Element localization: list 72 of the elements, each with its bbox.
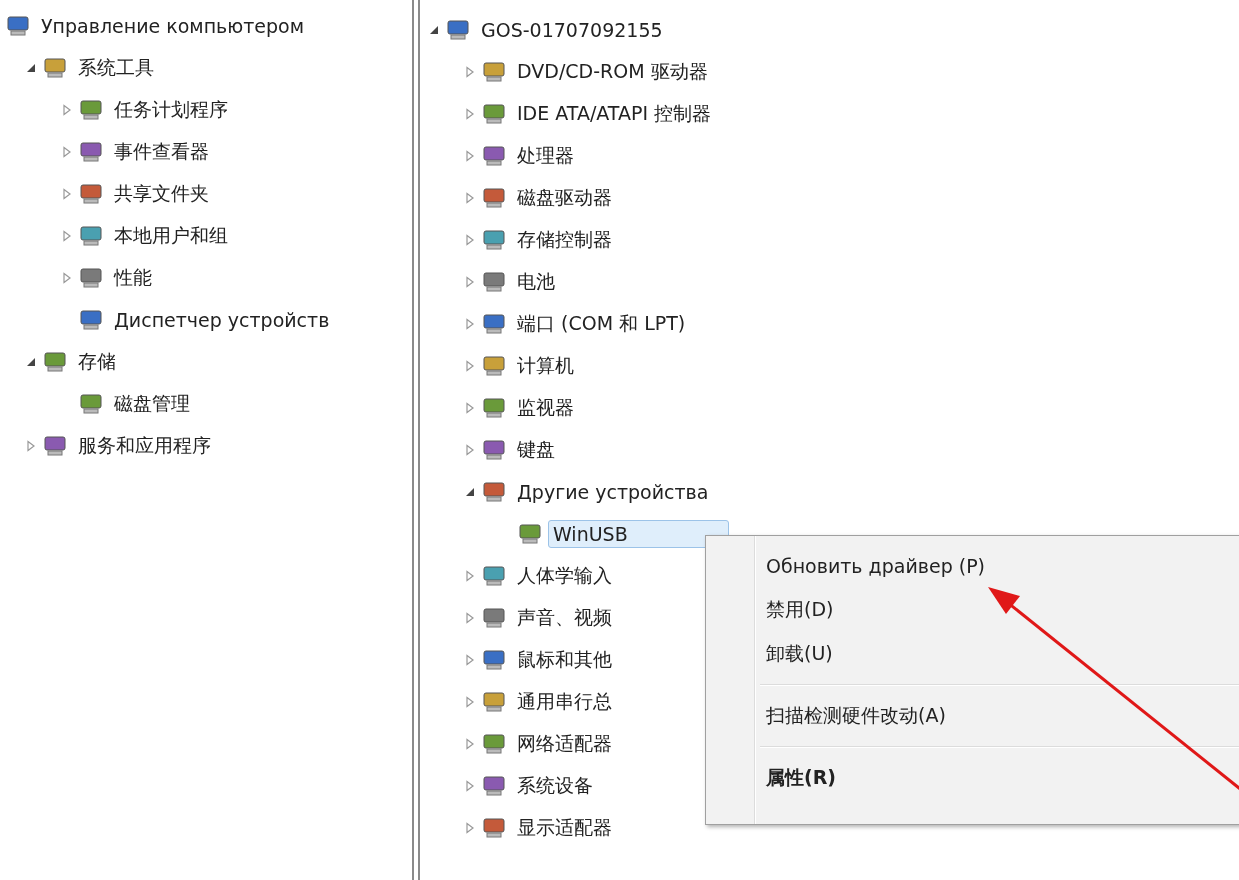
tree-item[interactable]: 人体学输入 [512,560,621,592]
tree-item[interactable]: 键盘 [512,434,564,466]
pane-divider[interactable] [412,0,420,880]
device-icon [79,393,103,415]
tree-item[interactable]: 存储控制器 [512,224,621,256]
device-icon [482,187,506,209]
tree-item[interactable]: GOS-01707092155 [476,16,672,44]
tree-item[interactable]: 计算机 [512,350,583,382]
tree-item[interactable]: 电池 [512,266,564,298]
tree-item[interactable]: 服务和应用程序 [73,430,220,462]
device-icon [482,355,506,377]
device-icon [482,271,506,293]
menu-item[interactable]: Обновить драйвер (P) [766,555,986,577]
device-icon [482,145,506,167]
device-icon [482,103,506,125]
device-icon [482,229,506,251]
tree-item[interactable]: 存储 [73,346,125,378]
device-icon [6,15,30,37]
device-icon [482,313,506,335]
device-icon [79,141,103,163]
tree-item[interactable]: Диспетчер устройств [109,306,339,334]
tree-item[interactable]: 磁盘驱动器 [512,182,621,214]
tree-item[interactable]: 磁盘管理 [109,388,199,420]
expander-icon[interactable] [25,62,37,74]
tree-item[interactable]: 共享文件夹 [109,178,218,210]
device-icon [482,817,506,839]
device-icon [482,733,506,755]
device-icon [482,565,506,587]
tree-item[interactable]: 监视器 [512,392,583,424]
device-icon [79,225,103,247]
tree-item[interactable]: IDE ATA/ATAPI 控制器 [512,98,721,130]
tree-item[interactable]: 端口 (COM 和 LPT) [512,308,695,340]
device-icon [79,267,103,289]
menu-item[interactable]: 卸载(U) [766,641,833,667]
tree-item[interactable]: Управление компьютером [36,12,314,40]
tree-item[interactable]: 通用串行总 [512,686,621,718]
tree-item[interactable]: Другие устройства [512,478,718,506]
device-icon [482,607,506,629]
device-icon [79,99,103,121]
device-icon [482,481,506,503]
tree-item[interactable]: WinUSB [548,520,729,548]
tree-item[interactable]: 任务计划程序 [109,94,237,126]
device-icon [43,435,67,457]
expander-icon[interactable] [428,24,440,36]
device-icon [482,397,506,419]
tree-item[interactable]: 系统设备 [512,770,602,802]
menu-item[interactable]: 扫描检测硬件改动(A) [766,703,946,729]
device-icon [482,775,506,797]
device-icon [43,351,67,373]
device-icon [482,691,506,713]
expander-icon[interactable] [464,486,476,498]
menu-item[interactable]: 禁用(D) [766,597,834,623]
tree-item[interactable]: 事件查看器 [109,136,218,168]
device-icon [482,649,506,671]
menu-item[interactable]: 属性(R) [766,765,836,791]
tree-item[interactable]: 本地用户和组 [109,220,237,252]
tree-item[interactable]: DVD/CD-ROM 驱动器 [512,56,717,88]
tree-item[interactable]: 处理器 [512,140,583,172]
device-icon [518,523,542,545]
device-icon [482,439,506,461]
tree-item[interactable]: 显示适配器 [512,812,621,844]
tree-item[interactable]: 性能 [109,262,161,294]
device-icon [79,309,103,331]
tree-item[interactable]: 系统工具 [73,52,163,84]
device-icon [43,57,67,79]
device-icon [482,61,506,83]
expander-icon[interactable] [25,356,37,368]
device-icon [79,183,103,205]
tree-item[interactable]: 鼠标和其他 [512,644,621,676]
tree-item[interactable]: 声音、视频 [512,602,621,634]
device-icon [446,19,470,41]
tree-item[interactable]: 网络适配器 [512,728,621,760]
